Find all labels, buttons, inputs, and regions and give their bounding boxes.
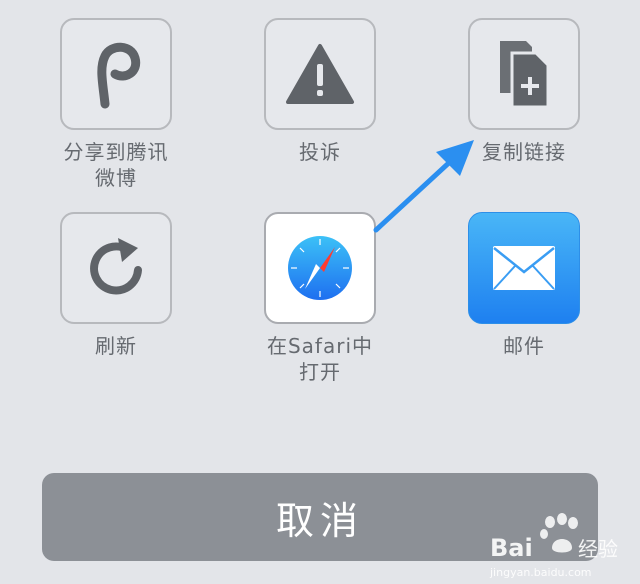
refresh-icon bbox=[90, 238, 142, 295]
report-tile[interactable] bbox=[264, 18, 376, 130]
share-refresh[interactable]: 刷新 bbox=[36, 212, 196, 359]
share-mail[interactable]: 邮件 bbox=[444, 212, 604, 359]
svg-text:经验: 经验 bbox=[578, 537, 618, 561]
share-report[interactable]: 投诉 bbox=[240, 18, 400, 165]
svg-text:Bai: Bai bbox=[490, 534, 533, 562]
share-tencent-weibo[interactable]: 分享到腾讯 微博 bbox=[36, 18, 196, 191]
share-tencent-weibo-label: 分享到腾讯 微博 bbox=[63, 140, 169, 190]
warning-icon bbox=[286, 44, 354, 104]
copy-link-icon bbox=[500, 41, 550, 109]
safari-compass-icon bbox=[288, 236, 352, 300]
baidu-jingyan-watermark: Bai 经验 jingyan.baidu.com bbox=[488, 510, 638, 580]
refresh-tile[interactable] bbox=[60, 212, 172, 324]
mail-tile[interactable] bbox=[468, 212, 580, 324]
share-copy-link-label: 复制链接 bbox=[482, 140, 566, 164]
tencent-weibo-icon bbox=[97, 42, 141, 109]
share-report-label: 投诉 bbox=[299, 140, 341, 164]
share-refresh-label: 刷新 bbox=[95, 334, 137, 358]
copy-link-tile[interactable] bbox=[468, 18, 580, 130]
mail-envelope-icon bbox=[493, 246, 555, 290]
share-open-safari[interactable]: 在Safari中 打开 bbox=[240, 212, 400, 385]
share-open-safari-label: 在Safari中 打开 bbox=[266, 334, 374, 384]
tencent-weibo-tile[interactable] bbox=[60, 18, 172, 130]
share-mail-label: 邮件 bbox=[503, 334, 545, 358]
svg-text:jingyan.baidu.com: jingyan.baidu.com bbox=[489, 566, 592, 579]
safari-tile[interactable] bbox=[264, 212, 376, 324]
share-copy-link[interactable]: 复制链接 bbox=[444, 18, 604, 165]
baidu-paw-logo: Bai 经验 jingyan.baidu.com bbox=[489, 513, 618, 579]
